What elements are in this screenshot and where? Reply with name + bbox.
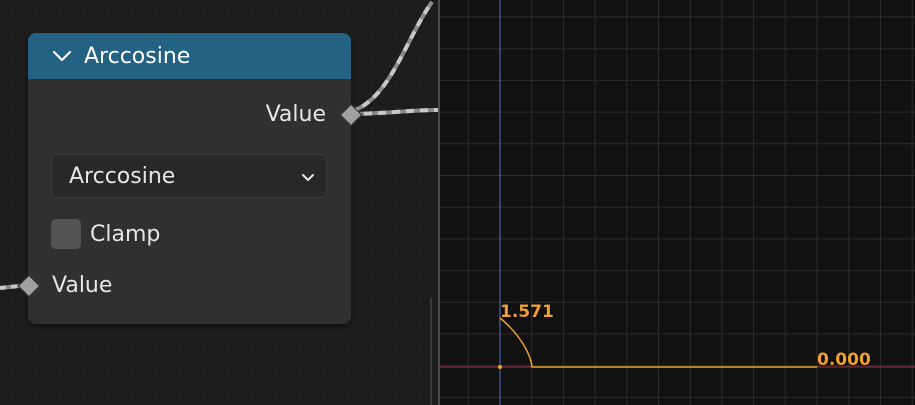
output-socket-row: Value xyxy=(28,97,351,131)
arccosine-node[interactable]: Arccosine Value Arccosine Clamp Value xyxy=(17,33,363,324)
end-value-label: 0.000 xyxy=(817,350,871,370)
clamp-checkbox[interactable] xyxy=(51,219,81,249)
node-header[interactable]: Arccosine xyxy=(28,33,351,79)
clamp-label: Clamp xyxy=(90,221,161,247)
chevron-down-icon xyxy=(302,174,314,181)
region-scrollbar[interactable] xyxy=(430,298,432,405)
output-socket-label: Value xyxy=(265,101,326,127)
output-wire-upper-dash xyxy=(349,0,434,114)
input-socket-label: Value xyxy=(52,272,113,298)
graph-grid xyxy=(440,0,915,405)
input-socket-row: Value xyxy=(28,268,351,302)
operation-dropdown[interactable]: Arccosine xyxy=(51,154,327,198)
graph-origin-point xyxy=(498,365,502,369)
node-editor-canvas[interactable]: Arccosine Value Arccosine Clamp Value xyxy=(0,0,438,405)
node-title: Arccosine xyxy=(84,43,191,69)
operation-dropdown-value: Arccosine xyxy=(69,163,176,189)
collapse-chevron-icon[interactable] xyxy=(50,44,74,68)
clamp-row[interactable]: Clamp xyxy=(51,218,160,250)
start-value-label: 1.571 xyxy=(500,302,554,322)
graph-viewport[interactable]: 1.571 0.000 xyxy=(438,0,915,405)
